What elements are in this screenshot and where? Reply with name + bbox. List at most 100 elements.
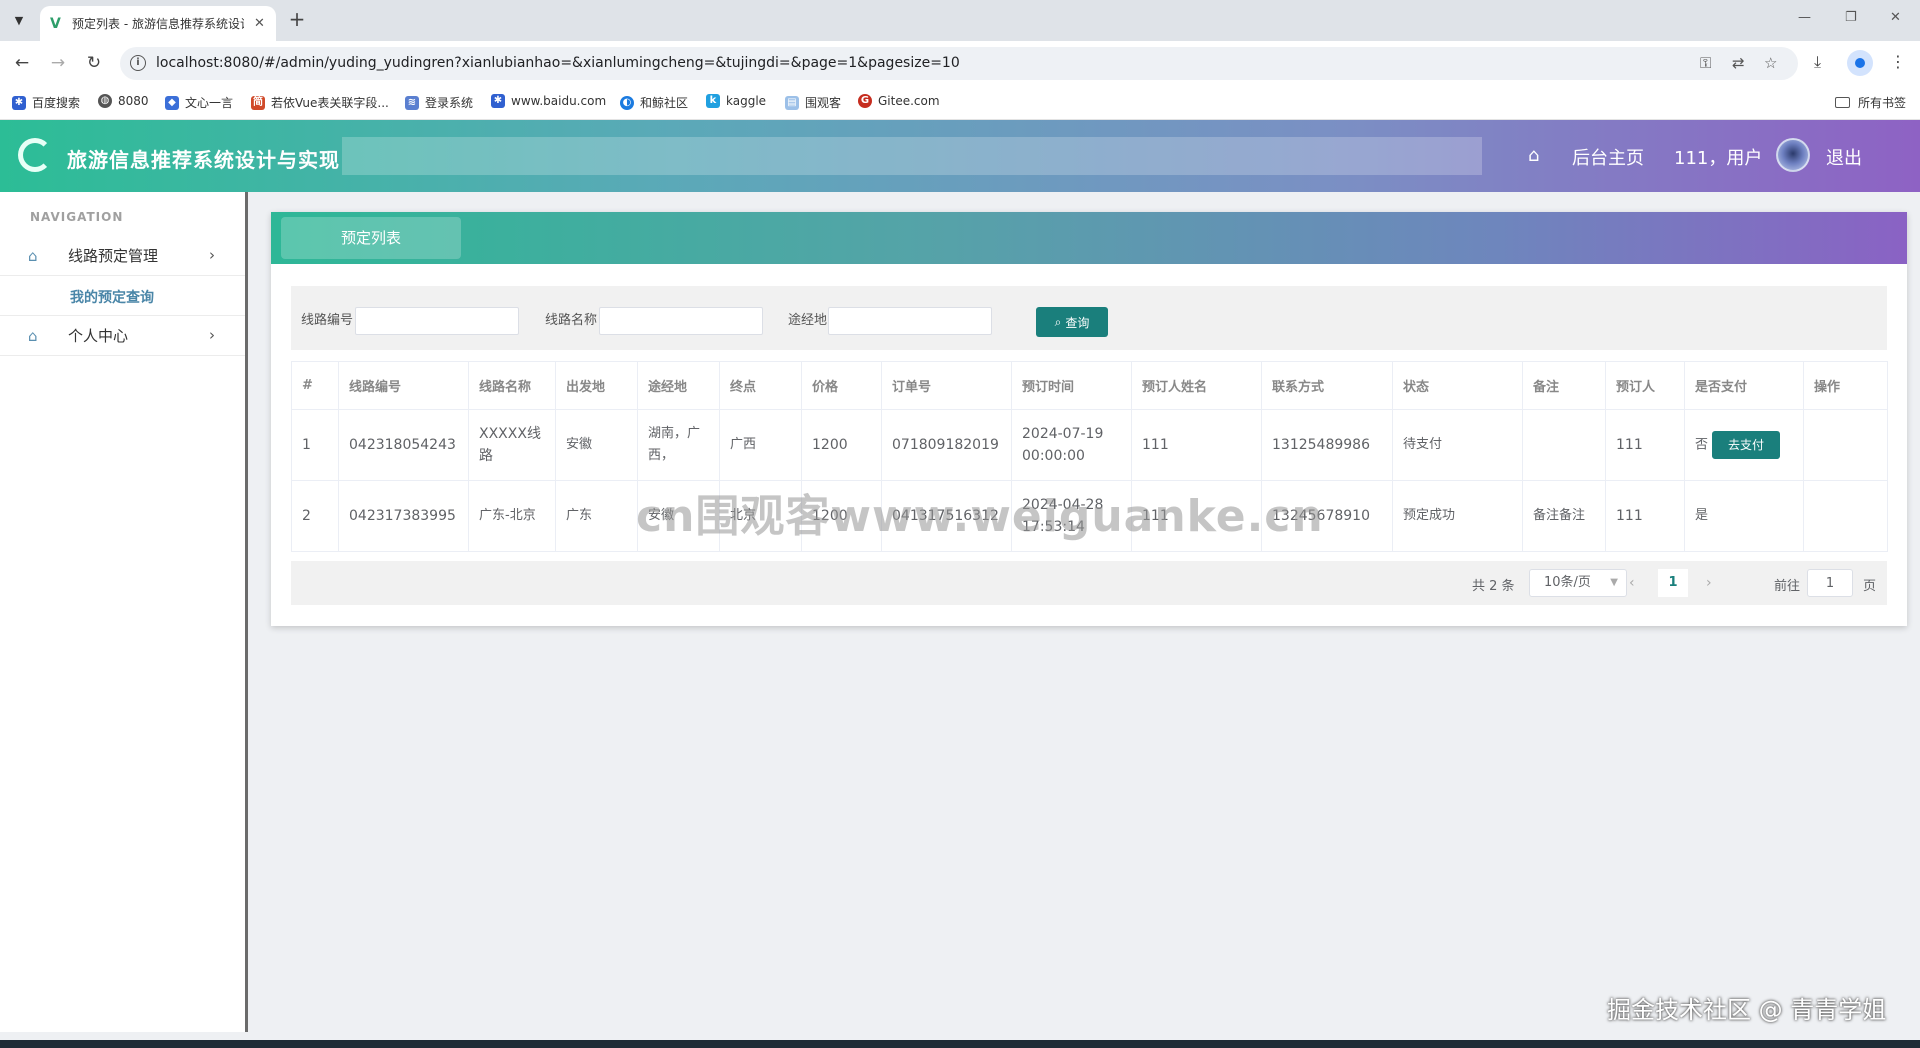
table-header-row: # 线路编号 线路名称 出发地 途经地 终点 价格 订单号 预订时间 预订人姓名…	[291, 361, 1888, 410]
goto-page-input[interactable]	[1807, 569, 1853, 597]
download-icon[interactable]: ⤓	[1814, 52, 1821, 72]
cell-name: 111	[1131, 409, 1262, 481]
profile-icon[interactable]	[1847, 50, 1873, 76]
page-size-value: 10条/页	[1544, 575, 1591, 590]
column-header: 联系方式	[1261, 361, 1393, 410]
app-header: 旅游信息推荐系统设计与实现 ⌂ 后台主页 111，用户 退出	[0, 120, 1920, 192]
bookmark-item[interactable]: ≋ 登录系统	[405, 94, 473, 111]
search-button[interactable]: ⌕ 查询	[1036, 307, 1108, 337]
tab-booking-list[interactable]: 预定列表	[281, 217, 461, 259]
via-input[interactable]	[828, 307, 992, 335]
cell-action	[1803, 409, 1888, 481]
bookmark-item[interactable]: ▤ 围观客	[785, 94, 841, 111]
csdn-icon: 简	[251, 95, 265, 110]
column-header: 价格	[801, 361, 882, 410]
cell-route-name: 广东-北京	[468, 480, 556, 552]
route-name-input[interactable]	[599, 307, 763, 335]
bookmark-item[interactable]: G Gitee.com	[858, 94, 940, 108]
cell-paid: 否去支付	[1684, 409, 1804, 481]
window-close-icon[interactable]: ✕	[1890, 10, 1901, 25]
user-greeting: 111，用户	[1674, 148, 1763, 169]
bookmark-star-icon[interactable]: ☆	[1764, 54, 1777, 72]
sidebar-item-personal-center[interactable]: ⌂ 个人中心 ›	[0, 316, 245, 356]
watermark: cn围观客www.weiguanke.cn	[636, 491, 1324, 542]
pagination-total: 共 2 条	[1472, 579, 1515, 594]
browser-tab-bar: ▼ V 预定列表 - 旅游信息推荐系统设计 ✕ + — ❐ ✕	[0, 0, 1920, 41]
tab-search-chevron-icon[interactable]: ▼	[6, 8, 32, 32]
bookmark-item[interactable]: ◐ 和鲸社区	[620, 94, 688, 111]
admin-home-link[interactable]: 后台主页	[1572, 144, 1644, 170]
weiguanke-icon: ▤	[785, 95, 799, 110]
wenxin-icon: ◆	[165, 95, 179, 110]
baidu-paw-icon: ✱	[12, 95, 26, 110]
app-title: 旅游信息推荐系统设计与实现	[67, 148, 340, 172]
password-key-icon[interactable]: ⚿	[1700, 54, 1711, 72]
cell-route-name: XXXXX线路	[468, 409, 556, 481]
sidebar-subitem-my-bookings[interactable]: 我的预定查询	[0, 278, 245, 316]
heywhale-icon: ◐	[620, 95, 634, 110]
chevron-right-icon: ›	[209, 326, 215, 344]
column-header: 线路编号	[338, 361, 469, 410]
sidebar-item-label: 个人中心	[68, 327, 129, 345]
bookmark-item[interactable]: ✱ 百度搜索	[12, 94, 80, 111]
pagination: 共 2 条 10条/页 ▼ ‹ 1 › 前往 页	[291, 561, 1887, 605]
translate-icon[interactable]: ⇄	[1732, 54, 1745, 72]
bookmark-item[interactable]: ◆ 文心一言	[165, 94, 233, 111]
back-icon[interactable]: ←	[10, 52, 34, 76]
next-page-icon[interactable]: ›	[1706, 575, 1712, 591]
bookmark-item[interactable]: ◍ 8080	[98, 94, 149, 108]
header-decor-bar	[342, 137, 1482, 175]
logout-link[interactable]: 退出	[1826, 144, 1862, 170]
restore-icon[interactable]: ❐	[1845, 10, 1857, 25]
sidebar-item-label: 线路预定管理	[68, 247, 159, 265]
cell-paid: 是	[1684, 480, 1804, 552]
chevron-down-icon: ▼	[1610, 577, 1618, 588]
reload-icon[interactable]: ↻	[82, 52, 106, 76]
column-header: 终点	[719, 361, 802, 410]
sidebar-subitem-label: 我的预定查询	[70, 289, 154, 306]
tab-close-icon[interactable]: ✕	[254, 16, 265, 31]
prev-page-icon[interactable]: ‹	[1629, 575, 1635, 591]
bookmark-item[interactable]: ✱ www.baidu.com	[491, 94, 606, 108]
browser-address-bar: ← → ↻ i localhost:8080/#/admin/yuding_yu…	[0, 41, 1920, 86]
cell-status: 预定成功	[1392, 480, 1523, 552]
cell-remark: 备注备注	[1522, 480, 1606, 552]
home-icon[interactable]: ⌂	[1528, 145, 1539, 166]
bookmark-item[interactable]: 简若依Vue表关联字段...	[251, 94, 389, 111]
browser-tab[interactable]: V 预定列表 - 旅游信息推荐系统设计 ✕	[40, 6, 276, 41]
bookmark-item[interactable]: k kaggle	[706, 94, 766, 108]
credit-watermark: 掘金技术社区 @ 青青学姐	[1607, 996, 1887, 1024]
cell-price: 1200	[801, 409, 882, 481]
url-field[interactable]: i localhost:8080/#/admin/yuding_yudingre…	[120, 47, 1798, 80]
cell-route-no: 042317383995	[338, 480, 469, 552]
page-number-current[interactable]: 1	[1658, 569, 1688, 597]
route-no-label: 线路编号	[301, 313, 354, 328]
cell-via: 湖南，广西，	[637, 409, 720, 481]
page-size-select[interactable]: 10条/页 ▼	[1529, 569, 1627, 597]
column-header: 预订时间	[1011, 361, 1132, 410]
column-header: 出发地	[555, 361, 638, 410]
chevron-right-icon: ›	[209, 246, 215, 264]
forward-icon[interactable]: →	[46, 52, 70, 76]
pay-button[interactable]: 去支付	[1712, 431, 1781, 459]
new-tab-icon[interactable]: +	[284, 8, 310, 32]
route-no-input[interactable]	[355, 307, 519, 335]
column-header: 线路名称	[468, 361, 556, 410]
site-info-icon[interactable]: i	[130, 55, 146, 71]
table-row: 1 042318054243 XXXXX线路 安徽 湖南，广西， 广西 1200…	[291, 409, 1888, 481]
minimize-icon[interactable]: —	[1798, 10, 1811, 25]
column-header: 备注	[1522, 361, 1606, 410]
avatar[interactable]	[1776, 138, 1810, 172]
paid-value: 否	[1695, 437, 1709, 453]
search-form: 线路编号 线路名称 途经地 ⌕ 查询	[291, 286, 1887, 350]
main-panel: 预定列表 线路编号 线路名称 途经地 ⌕ 查询 # 线路编号 线路名称 出发地 途…	[271, 212, 1907, 626]
sidebar-item-route-booking[interactable]: ⌂ 线路预定管理 ›	[0, 236, 245, 276]
all-bookmarks[interactable]: 所有书签	[1834, 94, 1906, 111]
home-icon: ⌂	[28, 246, 38, 265]
cell-index: 2	[291, 480, 339, 552]
cell-time: 2024-07-19 00:00:00	[1011, 409, 1132, 481]
column-header: 预订人	[1605, 361, 1685, 410]
cell-phone: 13125489986	[1261, 409, 1393, 481]
more-menu-icon[interactable]: ⋮	[1890, 52, 1906, 71]
cell-index: 1	[291, 409, 339, 481]
